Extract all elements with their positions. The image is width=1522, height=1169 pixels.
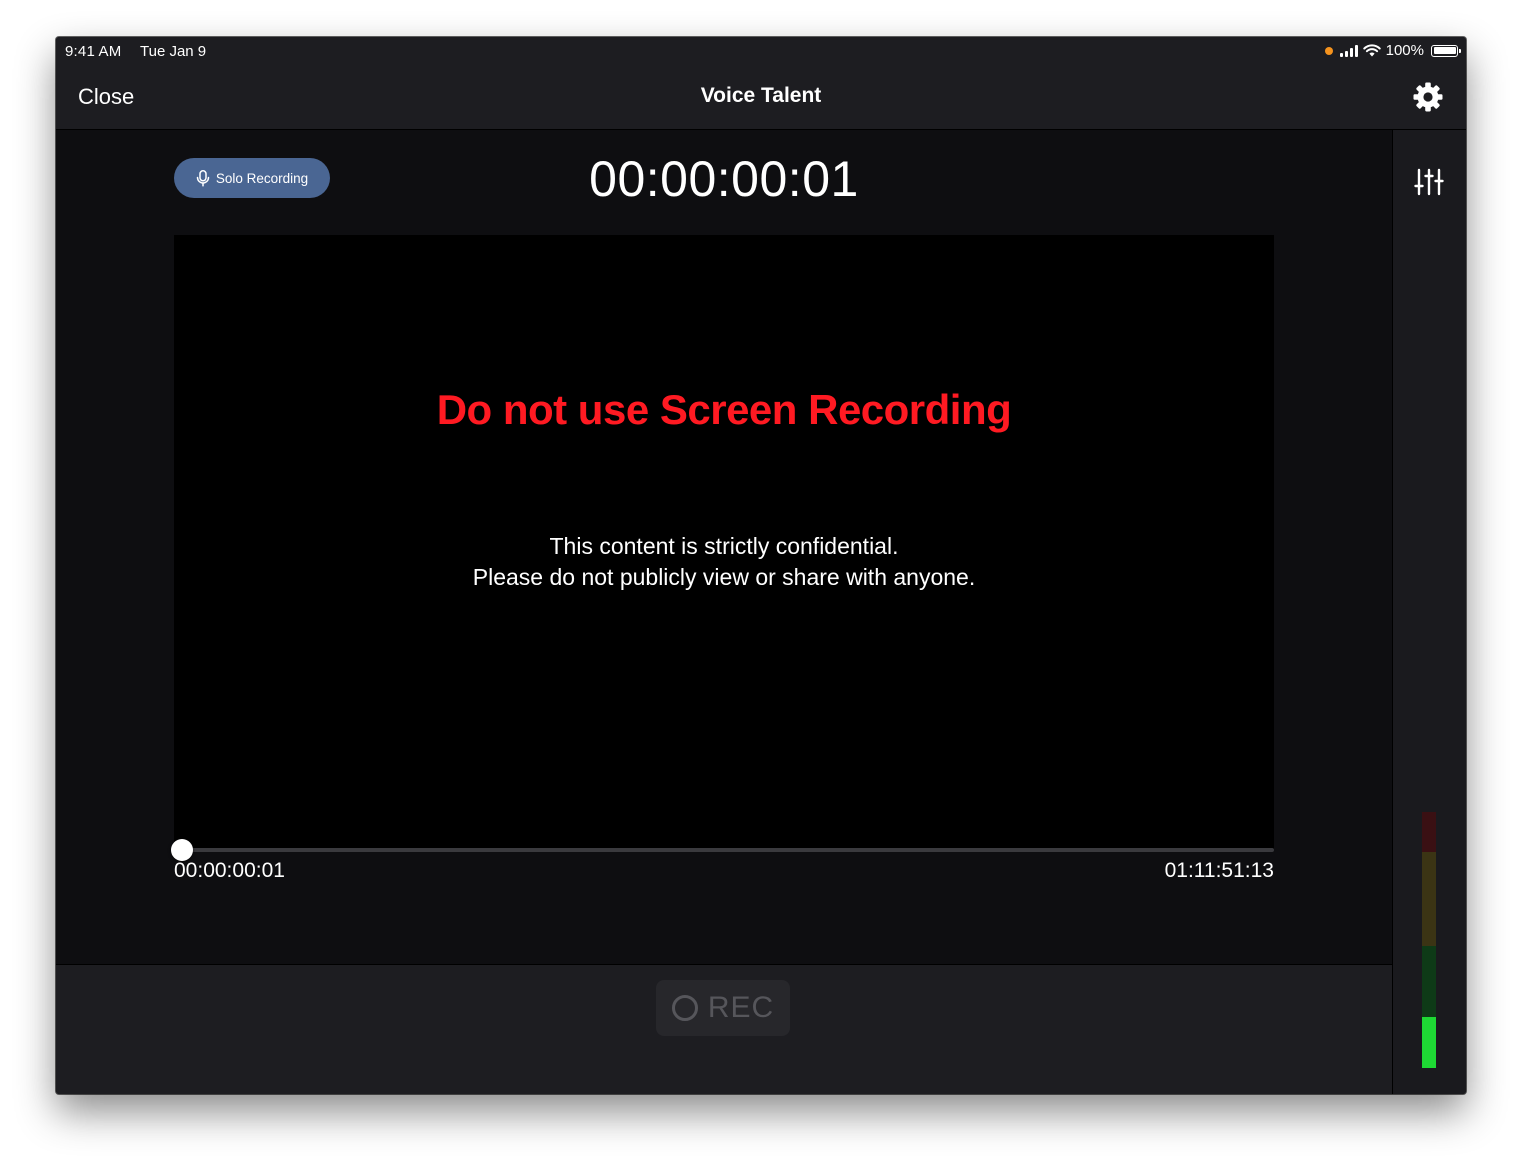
- status-time: 9:41 AM: [65, 43, 122, 60]
- video-player[interactable]: Do not use Screen Recording This content…: [174, 235, 1274, 849]
- confidential-notice: This content is strictly confidential. P…: [174, 531, 1274, 593]
- audio-level-meter: [1422, 812, 1436, 1068]
- scrubber-handle[interactable]: [171, 839, 193, 861]
- current-time: 00:00:00:01: [174, 859, 285, 882]
- cellular-signal-icon: [1339, 44, 1358, 57]
- solo-recording-button[interactable]: Solo Recording: [174, 158, 330, 198]
- total-duration: 01:11:51:13: [1164, 859, 1274, 882]
- status-bar: 9:41 AM Tue Jan 9 100%: [56, 37, 1466, 67]
- solo-recording-label: Solo Recording: [215, 170, 309, 186]
- footer-bar: [56, 1049, 1392, 1094]
- record-label: REC: [707, 991, 775, 1024]
- status-indicators: 100%: [1324, 42, 1461, 59]
- recording-area: Solo Recording 00:00:00:01 Do not use Sc…: [56, 130, 1392, 964]
- record-button[interactable]: REC: [656, 980, 790, 1036]
- meter-red-zone: [1422, 812, 1436, 852]
- navigation-bar: Close Voice Talent: [56, 67, 1466, 130]
- recording-dot-icon: [1324, 46, 1333, 55]
- meter-yellow-zone: [1422, 852, 1436, 946]
- microphone-icon: [196, 169, 210, 187]
- record-circle-icon: [671, 995, 698, 1021]
- gear-icon[interactable]: [1412, 81, 1444, 113]
- sliders-icon[interactable]: [1413, 168, 1445, 196]
- status-date: Tue Jan 9: [140, 43, 207, 60]
- app-window: 9:41 AM Tue Jan 9 100% Close Voice Talen…: [56, 37, 1466, 1094]
- meter-active-level: [1422, 1017, 1436, 1068]
- confidential-line-1: This content is strictly confidential.: [549, 533, 899, 559]
- confidential-line-2: Please do not publicly view or share wit…: [472, 564, 976, 590]
- timecode-display: 00:00:00:01: [589, 151, 859, 207]
- screen-recording-warning: Do not use Screen Recording: [436, 386, 1012, 433]
- playback-scrubber[interactable]: [174, 848, 1274, 852]
- battery-icon: [1431, 44, 1461, 57]
- page-title: Voice Talent: [700, 84, 822, 107]
- side-panel: [1392, 130, 1466, 1094]
- transport-bar: REC: [56, 964, 1392, 1050]
- battery-percent: 100%: [1385, 42, 1424, 59]
- wifi-icon: [1362, 44, 1381, 57]
